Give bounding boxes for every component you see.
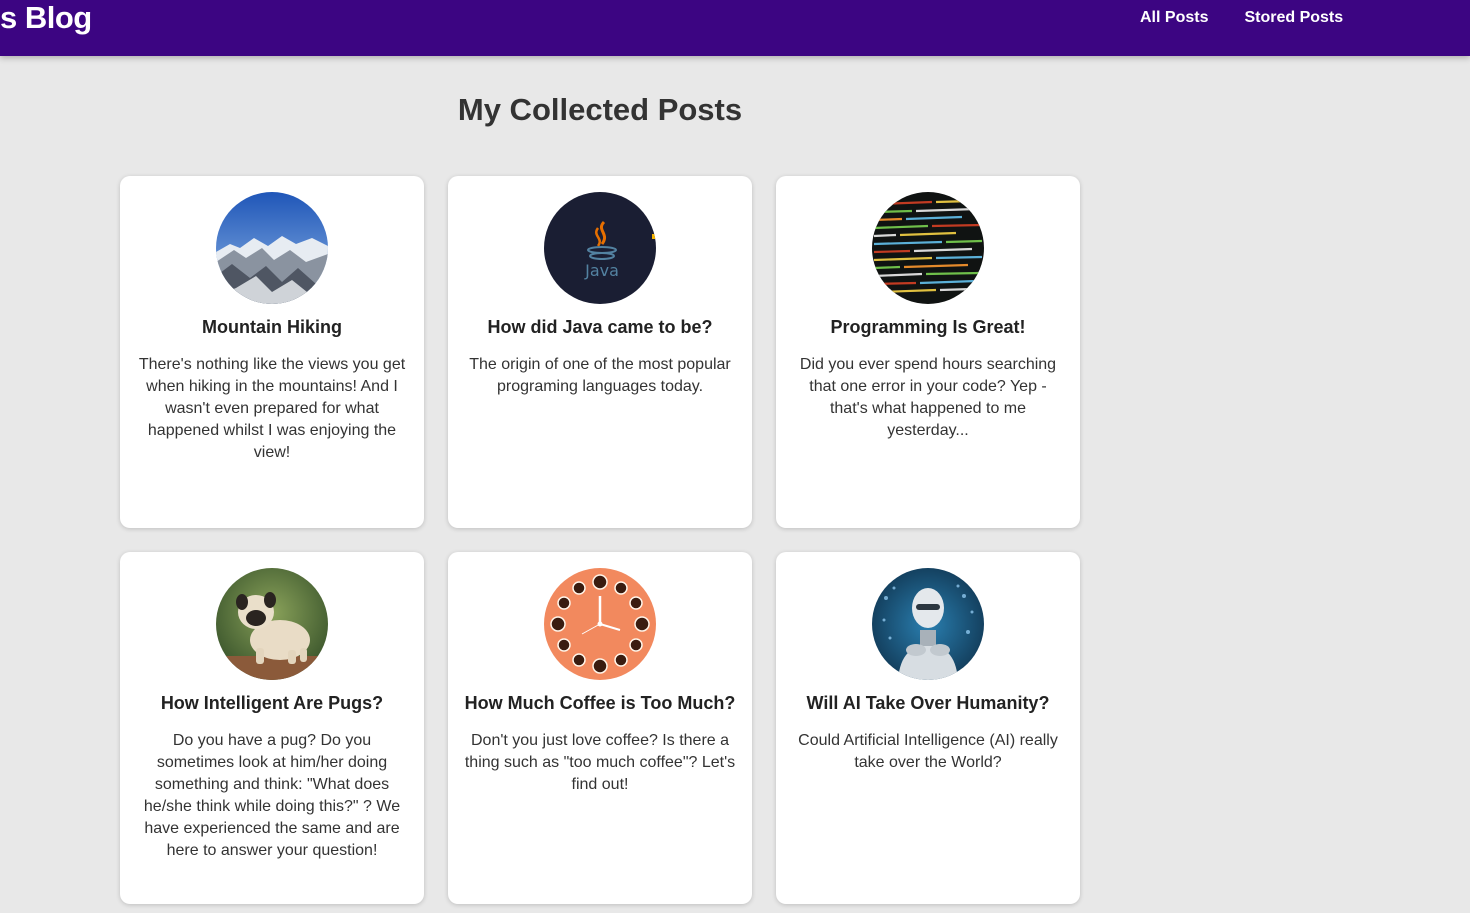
post-excerpt: The origin of one of the most popular pr… — [469, 356, 731, 395]
post-card[interactable]: Mountain Hiking There's nothing like the… — [120, 176, 424, 528]
java-logo-text: Java — [584, 261, 619, 280]
robot-image — [872, 568, 984, 680]
post-title: Will AI Take Over Humanity? — [806, 693, 1050, 713]
post-title: How Much Coffee is Too Much? — [464, 693, 736, 713]
nav-all-posts-link[interactable]: All Posts — [1128, 6, 1220, 30]
post-card[interactable]: Java How did Java came to be? The origin… — [448, 176, 752, 528]
post-image-mountains — [216, 192, 328, 304]
post-image-java: Java — [544, 192, 656, 304]
post-card[interactable]: How Intelligent Are Pugs? Do you have a … — [120, 552, 424, 904]
post-title: Programming Is Great! — [830, 317, 1026, 337]
post-excerpt: Do you have a pug? Do you sometimes look… — [143, 732, 401, 859]
nav-stored-posts-link[interactable]: Stored Posts — [1232, 6, 1355, 30]
mountains-image — [216, 192, 328, 304]
post-image-coffee — [544, 568, 656, 680]
post-title: Mountain Hiking — [202, 317, 342, 337]
post-image-code — [872, 192, 984, 304]
post-excerpt: There's nothing like the views you get w… — [138, 356, 406, 461]
main-nav: All Posts Stored Posts — [1128, 6, 1355, 30]
posts-grid: Mountain Hiking There's nothing like the… — [120, 176, 1080, 904]
post-title: How did Java came to be? — [487, 317, 713, 337]
code-screen-image — [872, 192, 984, 304]
page-title: My Collected Posts — [457, 92, 743, 127]
post-excerpt: Don't you just love coffee? Is there a t… — [464, 732, 736, 793]
coffee-clock-image — [544, 568, 656, 680]
post-card[interactable]: How Much Coffee is Too Much? Don't you j… — [448, 552, 752, 904]
post-card[interactable]: Will AI Take Over Humanity? Could Artifi… — [776, 552, 1080, 904]
post-excerpt: Did you ever spend hours searching that … — [799, 356, 1057, 439]
post-excerpt: Could Artificial Intelligence (AI) reall… — [798, 732, 1058, 771]
site-brand[interactable]: s Blog — [0, 0, 92, 38]
post-title: How Intelligent Are Pugs? — [160, 693, 384, 713]
java-logo-image: Java — [544, 192, 656, 304]
post-image-robot — [872, 568, 984, 680]
post-image-pug — [216, 568, 328, 680]
top-nav-bar: s Blog All Posts Stored Posts — [0, 0, 1470, 56]
post-card[interactable]: Programming Is Great! Did you ever spend… — [776, 176, 1080, 528]
pug-image — [216, 568, 328, 680]
